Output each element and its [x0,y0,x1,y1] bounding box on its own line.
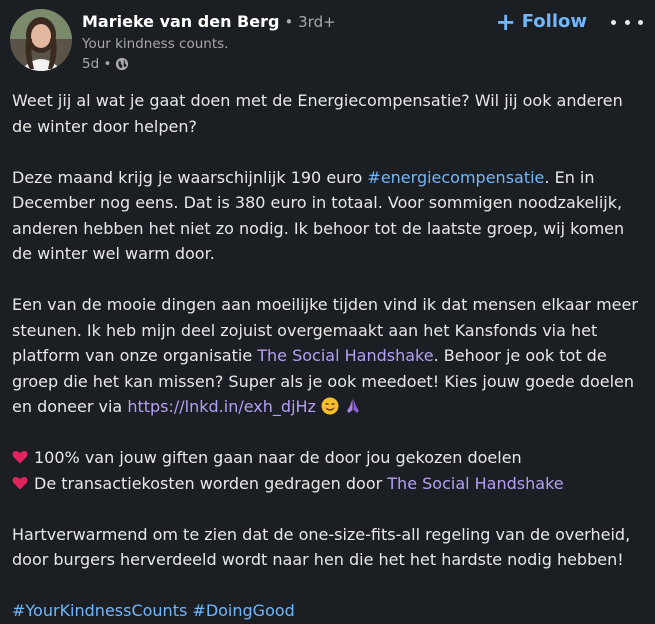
list-item: 100% van jouw giften gaan naar de door j… [12,448,522,467]
hashtag-yourkindnesscounts[interactable]: #YourKindnessCounts [12,601,187,620]
list-item: De transactiekosten worden gedragen door… [12,474,564,493]
follow-button[interactable]: + Follow [496,9,587,35]
benefit-1-text: 100% van jouw giften gaan naar de door j… [34,448,522,467]
more-icon[interactable] [611,11,643,33]
paragraph-2: Deze maand krijg je waarschijnlijk 190 e… [12,165,643,267]
heart-icon [12,450,28,464]
post-body: Weet jij al wat je gaat doen met de Ener… [12,88,643,624]
paragraph-5: Hartverwarmend om te zien dat de one-siz… [12,522,643,573]
folded-hands-icon [346,399,359,413]
avatar[interactable] [10,9,72,71]
heart-icon [12,476,28,489]
mention-social-handshake[interactable]: The Social Handshake [257,346,433,365]
plus-icon: + [495,8,516,36]
linkedin-post: Marieke van den Berg • 3rd+ Your kindnes… [0,0,655,621]
post-time: 5d • [82,54,336,74]
more-dot [611,19,616,25]
author-tagline: Your kindness counts. [82,36,229,52]
globe-icon [116,57,129,71]
benefit-2-text: De transactiekosten worden gedragen door [34,473,388,493]
hashtag-doinggood[interactable]: #DoingGood [192,601,294,620]
paragraph-2-text-a: Deze maand krijg je waarschijnlijk 190 e… [12,167,368,187]
author-name-line: Marieke van den Berg • 3rd+ [82,11,336,33]
benefits-list: 100% van jouw giften gaan naar de door j… [12,445,643,496]
donation-link[interactable]: https://lnkd.in/exh_djHz [127,397,316,416]
more-dot [638,19,643,25]
author-meta: Marieke van den Berg • 3rd+ Your kindnes… [82,11,336,74]
paragraph-5-text: Hartverwarmend om te zien dat de one-siz… [12,524,631,570]
hashtags: #YourKindnessCounts #DoingGood [12,598,643,624]
hashtag-energiecompensatie[interactable]: #energiecompensatie [367,168,544,187]
post-age: 5d • [82,56,112,72]
paragraph-1-text: Weet jij al wat je gaat doen met de Ener… [12,91,623,136]
more-dot [624,19,630,25]
post-header: Marieke van den Berg • 3rd+ Your kindnes… [10,9,645,79]
mention-social-handshake[interactable]: The Social Handshake [387,474,563,493]
connection-degree: • 3rd+ [284,13,336,31]
smiling-face-icon [321,397,339,415]
follow-label: Follow [521,11,587,32]
paragraph-3: Een van de mooie dingen aan moeilijke ti… [12,292,643,420]
author-name[interactable]: Marieke van den Berg [82,12,279,31]
paragraph-1: Weet jij al wat je gaat doen met de Ener… [12,88,643,139]
